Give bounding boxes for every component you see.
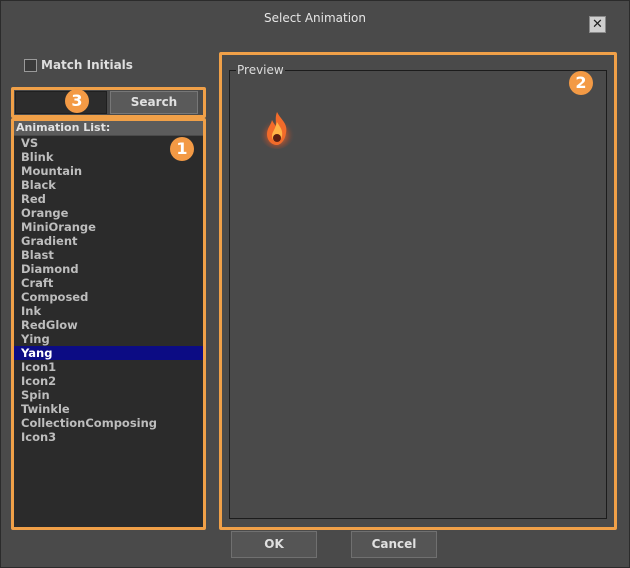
annotation-badge-1: 1 bbox=[170, 137, 194, 161]
annotation-badge-2: 2 bbox=[569, 71, 593, 95]
ok-button[interactable]: OK bbox=[231, 531, 317, 558]
match-initials-option[interactable]: Match Initials bbox=[24, 58, 133, 72]
annotation-box-list bbox=[11, 118, 206, 530]
annotation-badge-3: 3 bbox=[65, 89, 89, 113]
annotation-box-search bbox=[11, 87, 206, 118]
match-initials-checkbox[interactable] bbox=[24, 58, 37, 72]
match-initials-label: Match Initials bbox=[41, 58, 133, 72]
cancel-button[interactable]: Cancel bbox=[351, 531, 437, 558]
annotation-box-preview bbox=[219, 52, 617, 530]
dialog-title: Select Animation bbox=[263, 11, 366, 25]
close-button[interactable]: ✕ bbox=[589, 16, 606, 33]
close-icon: ✕ bbox=[592, 17, 603, 32]
